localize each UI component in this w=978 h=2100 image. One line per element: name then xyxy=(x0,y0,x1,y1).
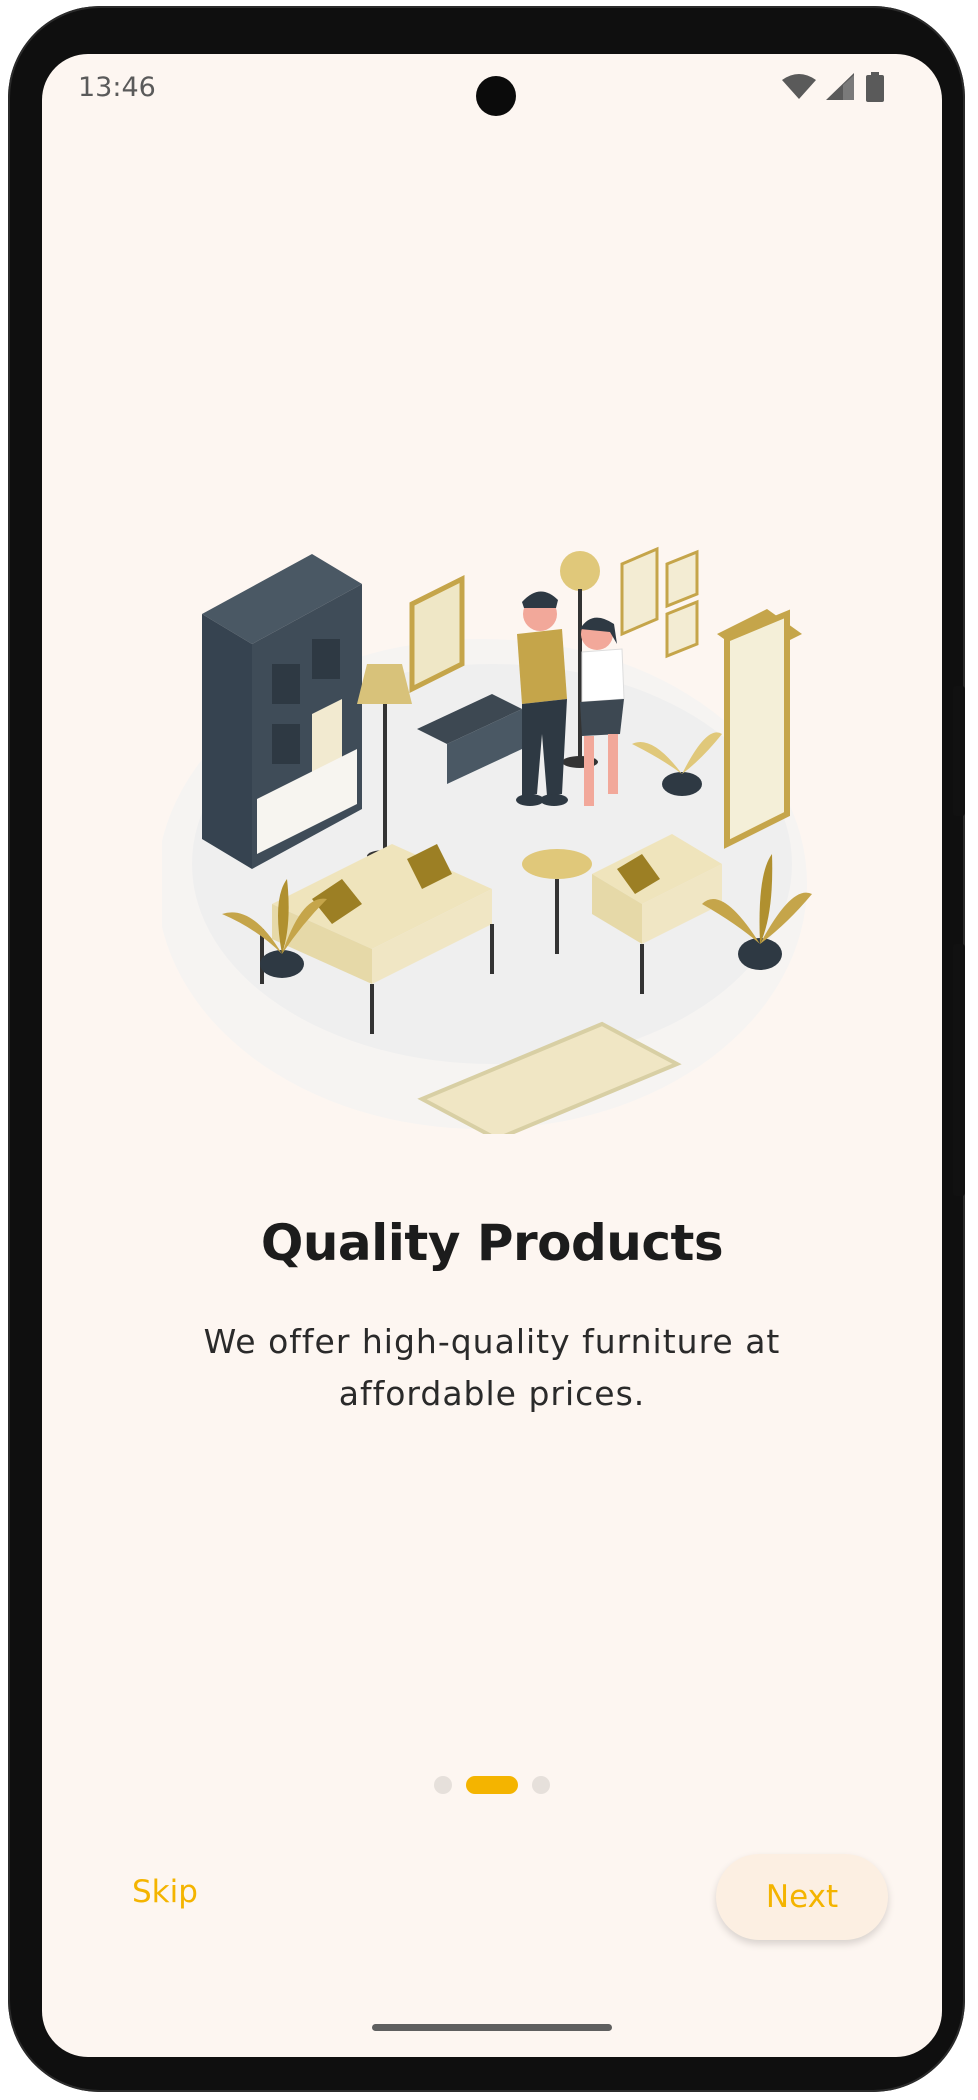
onboarding-title: Quality Products xyxy=(260,1214,724,1272)
furniture-illustration xyxy=(162,546,812,1134)
onboarding-description: We offer high-quality furniture at affor… xyxy=(203,1322,781,1413)
status-time: 13:46 xyxy=(78,72,156,103)
page-dot-3[interactable] xyxy=(532,1776,550,1794)
page-dot-1[interactable] xyxy=(434,1776,452,1794)
volume-button xyxy=(953,944,965,1196)
front-camera xyxy=(476,76,516,116)
page-dot-2-active[interactable] xyxy=(466,1776,518,1794)
phone-frame: 13:46 Quality Products We offer high-qua… xyxy=(8,6,965,2092)
status-icons xyxy=(782,72,884,106)
power-button xyxy=(953,686,965,816)
home-indicator[interactable] xyxy=(372,2024,612,2031)
signal-icon xyxy=(826,73,856,105)
screen: 13:46 Quality Products We offer high-qua… xyxy=(42,54,942,2057)
page-indicator xyxy=(42,1776,942,1794)
next-button[interactable]: Next xyxy=(716,1854,888,1940)
status-bar: 13:46 xyxy=(42,54,942,124)
skip-button[interactable]: Skip xyxy=(132,1874,198,1910)
battery-icon xyxy=(866,72,884,106)
bookshelf xyxy=(202,554,362,869)
wifi-icon xyxy=(782,74,816,104)
